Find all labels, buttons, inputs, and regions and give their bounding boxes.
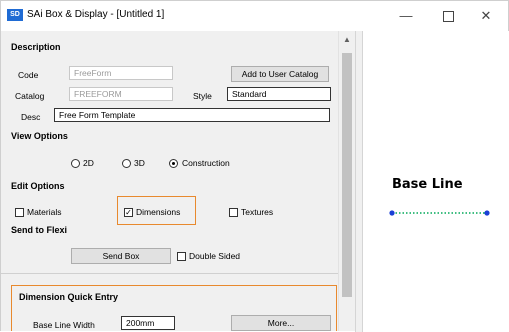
- radio-construction[interactable]: [169, 159, 178, 168]
- base-line-width-field[interactable]: 200mm: [121, 316, 175, 330]
- minimize-button[interactable]: —: [388, 4, 424, 28]
- desc-label: Desc: [21, 112, 41, 122]
- textures-label: Textures: [241, 207, 274, 217]
- base-line-start-point[interactable]: [389, 210, 395, 216]
- close-button[interactable]: ✕: [468, 4, 504, 28]
- send-box-button[interactable]: Send Box: [71, 248, 171, 264]
- materials-checkbox[interactable]: [15, 208, 24, 217]
- app-window: SD SAi Box & Display - [Untitled 1] — ✕ …: [0, 0, 509, 332]
- send-to-flexi-header: Send to Flexi: [11, 225, 68, 235]
- dimensions-checkbox[interactable]: ✓: [124, 208, 133, 217]
- catalog-field[interactable]: FREEFORM: [69, 87, 173, 101]
- app-icon: SD: [7, 9, 23, 21]
- close-icon: ✕: [480, 8, 492, 23]
- dimension-quick-entry-header: Dimension Quick Entry: [19, 292, 119, 302]
- vertical-scrollbar[interactable]: ▲: [338, 31, 355, 331]
- scrollbar-thumb[interactable]: [342, 53, 352, 297]
- pane-splitter[interactable]: [355, 31, 363, 332]
- desc-field[interactable]: Free Form Template: [54, 108, 330, 122]
- catalog-label: Catalog: [15, 91, 45, 101]
- edit-options-header: Edit Options: [11, 181, 65, 191]
- code-field[interactable]: FreeForm: [69, 66, 173, 80]
- radio-construction-label: Construction: [182, 158, 230, 168]
- more-button[interactable]: More...: [231, 315, 331, 331]
- radio-3d-label: 3D: [134, 158, 145, 168]
- section-separator: [1, 273, 338, 274]
- view-options-header: View Options: [11, 131, 68, 141]
- add-to-user-catalog-button[interactable]: Add to User Catalog: [231, 66, 329, 82]
- scroll-up-icon[interactable]: ▲: [343, 35, 351, 44]
- radio-2d-label: 2D: [83, 158, 94, 168]
- materials-label: Materials: [27, 207, 62, 217]
- style-field[interactable]: Standard: [227, 87, 331, 101]
- description-header: Description: [11, 42, 61, 52]
- base-line-end-point[interactable]: [484, 210, 490, 216]
- title-bar: SD SAi Box & Display - [Untitled 1] — ✕: [1, 1, 508, 31]
- radio-3d[interactable]: [122, 159, 131, 168]
- base-line-preview: [389, 210, 490, 216]
- double-sided-checkbox[interactable]: [177, 252, 186, 261]
- radio-2d[interactable]: [71, 159, 80, 168]
- window-title: SAi Box & Display - [Untitled 1]: [27, 9, 165, 20]
- maximize-icon: [442, 11, 454, 23]
- textures-checkbox[interactable]: [229, 208, 238, 217]
- code-label: Code: [18, 70, 39, 80]
- style-label: Style: [193, 91, 212, 101]
- minimize-icon: —: [399, 8, 413, 23]
- base-line-width-label: Base Line Width: [33, 320, 95, 330]
- double-sided-label: Double Sided: [189, 251, 241, 261]
- dimensions-label: Dimensions: [136, 207, 181, 217]
- maximize-button[interactable]: [430, 4, 466, 28]
- properties-panel: Description Code FreeForm Catalog FREEFO…: [1, 31, 338, 331]
- preview-title: Base Line: [392, 177, 463, 192]
